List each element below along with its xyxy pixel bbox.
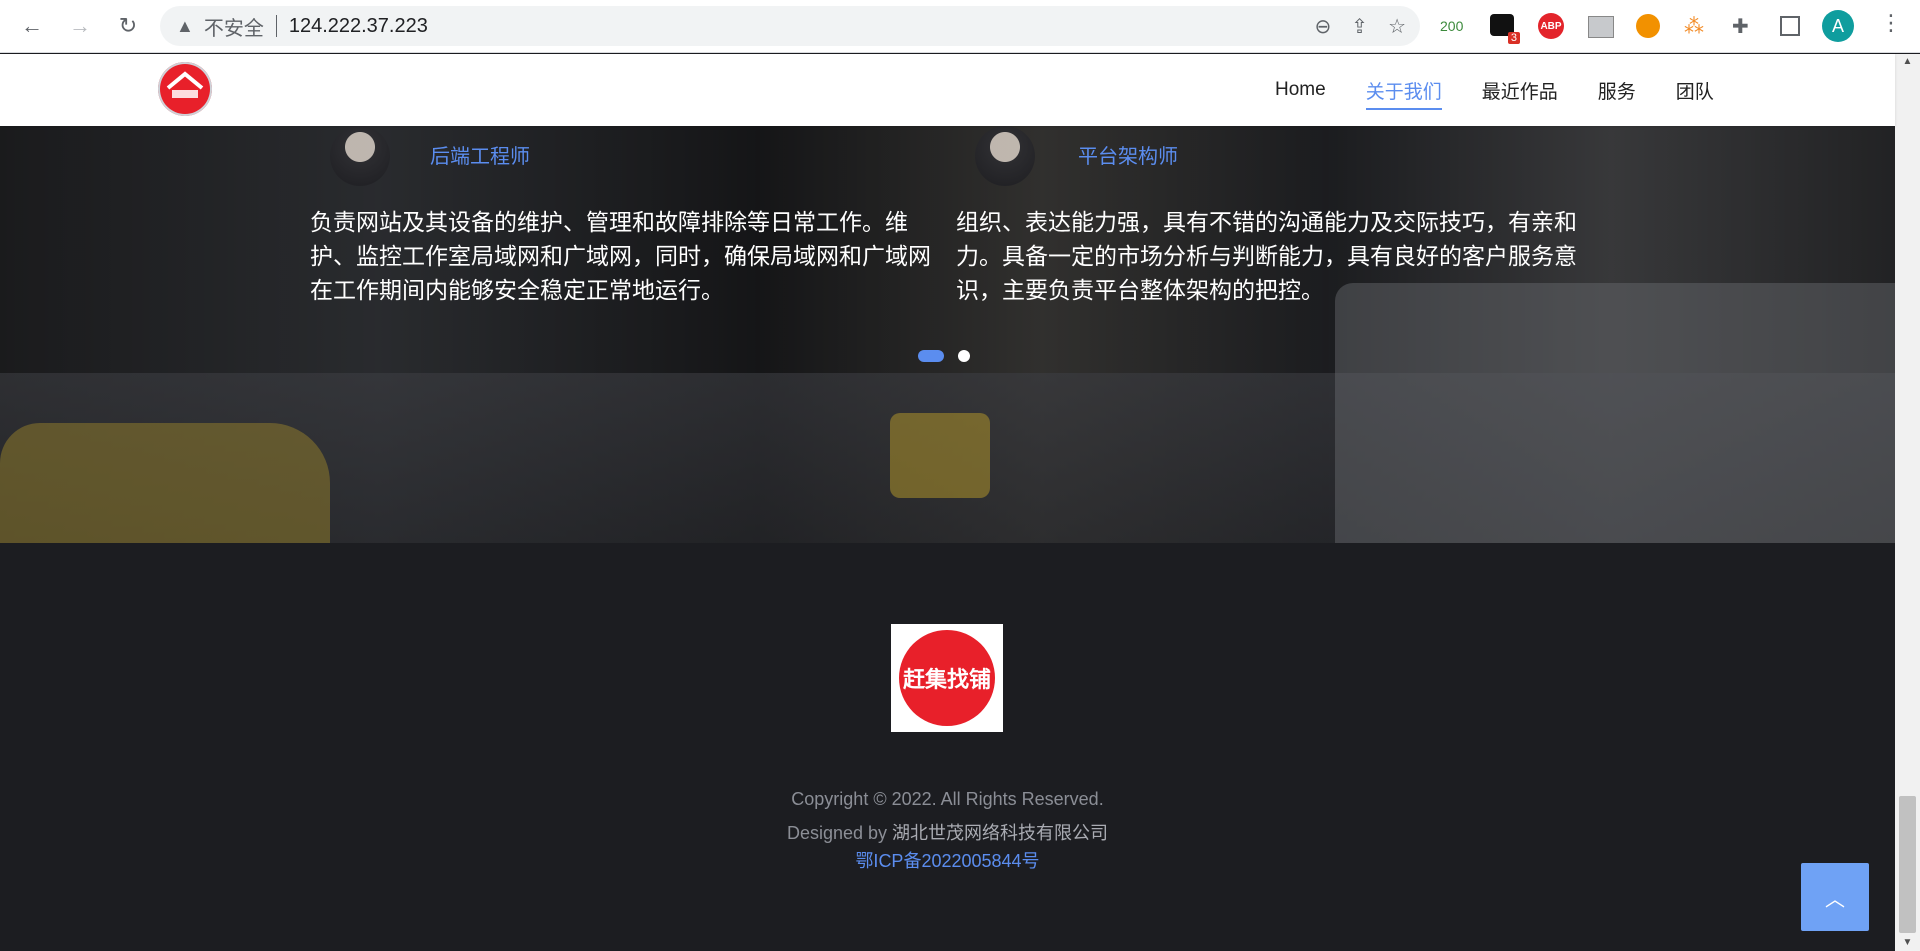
member-description: 负责网站及其设备的维护、管理和故障排除等日常工作。维护、监控工作室局域网和广域网…: [310, 209, 931, 303]
background-bus: [1335, 283, 1895, 543]
insecure-label: 不安全: [203, 17, 264, 40]
team-section: 后端工程师 负责网站及其设备的维护、管理和故障排除等日常工作。维护、监控工作室局…: [0, 126, 1895, 543]
carousel-dots: [918, 350, 970, 362]
profile-avatar[interactable]: A: [1822, 10, 1854, 42]
chevron-up-icon: ︿: [1825, 888, 1845, 911]
logo-house-icon: [166, 71, 204, 98]
nav-home[interactable]: Home: [1275, 79, 1326, 101]
designed-by-company[interactable]: 湖北世茂网络科技有限公司: [892, 823, 1108, 843]
site-footer: 赶集找铺 Copyright © 2022. All Rights Reserv…: [0, 543, 1895, 951]
extension-200[interactable]: 200: [1440, 10, 1463, 42]
scroll-up-arrow-icon[interactable]: ▲: [1895, 54, 1920, 70]
puzzle-icon[interactable]: ✚: [1732, 10, 1749, 42]
carousel-dot-active[interactable]: [918, 350, 944, 362]
extension-badge-icon[interactable]: 3: [1490, 14, 1520, 44]
image-extension-icon[interactable]: [1588, 16, 1614, 38]
side-panel-icon[interactable]: [1780, 16, 1800, 36]
back-arrow-icon[interactable]: ←: [14, 8, 50, 44]
designed-by-prefix: Designed by: [786, 823, 888, 843]
menu-kebab-icon[interactable]: ⋮: [1880, 12, 1902, 34]
forward-arrow-icon[interactable]: →: [62, 8, 98, 44]
audio-extension-icon[interactable]: [1636, 14, 1660, 38]
star-icon[interactable]: ☆: [1388, 14, 1406, 39]
warning-icon: ▲: [176, 15, 194, 36]
member-role: 后端工程师: [430, 146, 530, 168]
browser-toolbar: ← → ↻ ▲ 不安全 124.222.37.223 ⊖ ⇪ ☆ 200 3 A…: [0, 0, 1920, 53]
nav-works[interactable]: 最近作品: [1482, 77, 1558, 104]
footer-logo-circle: 赶集找铺: [899, 630, 995, 726]
reload-icon[interactable]: ↻: [110, 8, 146, 44]
member-role: 平台架构师: [1078, 146, 1178, 168]
copyright-text: Copyright © 2022. All Rights Reserved.: [791, 789, 1104, 809]
member-photo: [975, 126, 1035, 186]
nav-team[interactable]: 团队: [1676, 77, 1714, 104]
zoom-icon[interactable]: ⊖: [1315, 14, 1332, 39]
page-scrollbar[interactable]: ▲ ▼: [1895, 54, 1920, 951]
member-photo: [330, 126, 390, 186]
member-description: 组织、表达能力强，具有不错的沟通能力及交际技巧，有亲和力。具备一定的市场分析与判…: [956, 209, 1577, 303]
footer-logo-text: 赶集找铺: [902, 667, 991, 692]
extension-badge-count: 3: [1507, 32, 1520, 44]
background-car: [0, 423, 330, 543]
back-to-top-button[interactable]: ︿: [1801, 863, 1869, 931]
extension-200-label: 200: [1440, 18, 1464, 34]
profile-initial: A: [1831, 15, 1844, 36]
share-icon[interactable]: ⇪: [1351, 14, 1368, 39]
icp-link[interactable]: 鄂ICP备2022005844号: [0, 847, 1895, 873]
nav-about[interactable]: 关于我们: [1365, 77, 1442, 110]
adblock-icon[interactable]: ABP: [1538, 13, 1564, 39]
site-header: Home 关于我们 最近作品 服务 团队: [0, 54, 1895, 126]
background-taxi: [890, 413, 990, 498]
carousel-dot[interactable]: [958, 350, 970, 362]
adblock-label: ABP: [1540, 20, 1562, 32]
site-logo[interactable]: [158, 62, 212, 116]
nav-services[interactable]: 服务: [1598, 77, 1636, 104]
scroll-thumb[interactable]: [1899, 796, 1916, 933]
address-bar[interactable]: ▲ 不安全 124.222.37.223 ⊖ ⇪ ☆: [160, 6, 1420, 46]
omnibox-separator: [275, 15, 277, 37]
url-text[interactable]: 124.222.37.223: [289, 15, 428, 38]
dots-extension-icon[interactable]: ⁂: [1684, 10, 1704, 42]
scroll-down-arrow-icon[interactable]: ▼: [1895, 935, 1920, 951]
designed-by: Designed by 湖北世茂网络科技有限公司: [0, 819, 1895, 845]
footer-logo: 赶集找铺: [891, 624, 1003, 732]
main-nav: Home 关于我们 最近作品 服务 团队: [1275, 54, 1754, 126]
